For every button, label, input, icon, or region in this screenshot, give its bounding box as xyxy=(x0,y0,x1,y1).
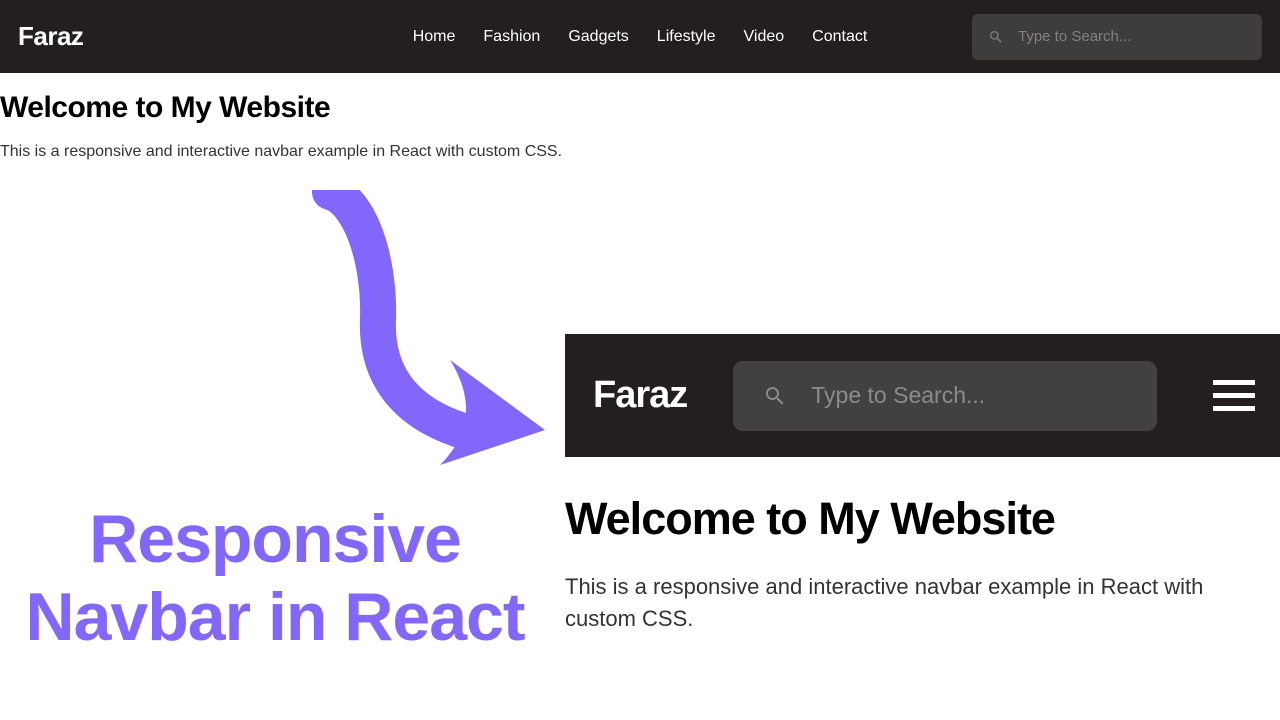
hamburger-menu-icon[interactable] xyxy=(1213,380,1255,411)
search-icon xyxy=(763,384,787,408)
intro-section-mobile: Welcome to My Website This is a responsi… xyxy=(565,457,1280,635)
search-box-mobile[interactable] xyxy=(733,361,1157,431)
nav-link-video[interactable]: Video xyxy=(744,28,785,46)
search-box[interactable] xyxy=(972,14,1262,60)
brand-logo-mobile[interactable]: Faraz xyxy=(593,374,687,417)
page-subtext-mobile: This is a responsive and interactive nav… xyxy=(565,571,1280,635)
search-icon xyxy=(988,29,1004,45)
promo-line1: Responsive xyxy=(15,500,535,578)
nav-link-lifestyle[interactable]: Lifestyle xyxy=(657,28,716,46)
nav-links: Home Fashion Gadgets Lifestyle Video Con… xyxy=(413,28,868,46)
page-heading: Welcome to My Website xyxy=(0,91,1280,125)
page-subtext: This is a responsive and interactive nav… xyxy=(0,143,1280,161)
nav-link-contact[interactable]: Contact xyxy=(812,28,867,46)
promo-line2: Navbar in React xyxy=(15,578,535,656)
arrow-icon xyxy=(300,190,560,475)
nav-link-gadgets[interactable]: Gadgets xyxy=(568,28,628,46)
navbar-mobile: Faraz xyxy=(565,334,1280,457)
promo-text: Responsive Navbar in React xyxy=(15,500,535,656)
nav-link-home[interactable]: Home xyxy=(413,28,456,46)
search-input[interactable] xyxy=(1018,28,1246,45)
search-input-mobile[interactable] xyxy=(811,382,1127,409)
nav-link-fashion[interactable]: Fashion xyxy=(483,28,540,46)
mobile-preview: Faraz Welcome to My Website This is a re… xyxy=(565,334,1280,635)
navbar-desktop: Faraz Home Fashion Gadgets Lifestyle Vid… xyxy=(0,0,1280,73)
brand-logo[interactable]: Faraz xyxy=(18,21,83,52)
page-heading-mobile: Welcome to My Website xyxy=(565,493,1280,545)
intro-section-top: Welcome to My Website This is a responsi… xyxy=(0,73,1280,161)
